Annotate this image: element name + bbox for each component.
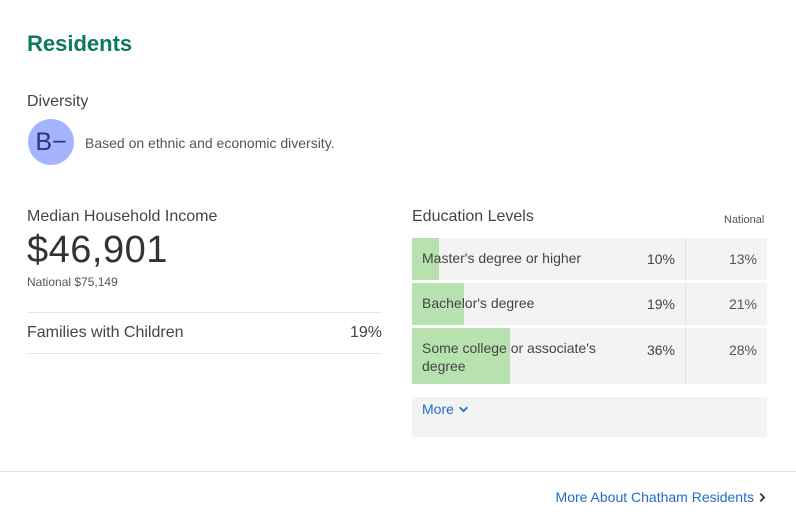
education-value: 19% <box>646 296 675 312</box>
income-value: $46,901 <box>27 229 168 271</box>
education-row: Master's degree or higher 10% 13% <box>412 238 767 280</box>
diversity-label: Diversity <box>27 93 89 110</box>
families-value: 19% <box>349 324 382 341</box>
section-title: Residents <box>27 31 133 56</box>
education-divider <box>685 328 686 384</box>
diversity-description: Based on ethnic and economic diversity. <box>85 135 335 151</box>
education-divider <box>685 238 686 280</box>
more-about-label: More About Chatham Residents <box>555 489 754 505</box>
education-national-value: 13% <box>728 251 757 267</box>
families-label: Families with Children <box>27 324 184 341</box>
diversity-grade: B− <box>35 127 67 156</box>
chevron-right-icon <box>759 492 766 502</box>
education-row: Bachelor's degree 19% 21% <box>412 283 767 325</box>
education-row: Some college or associate's degree 36% 2… <box>412 328 767 384</box>
income-label: Median Household Income <box>27 208 218 225</box>
section-divider <box>0 471 796 472</box>
education-national-header: National <box>724 214 765 226</box>
education-value: 10% <box>646 251 675 267</box>
education-more-panel: More <box>412 397 767 437</box>
education-label: Some college or associate's degree <box>422 340 596 374</box>
diversity-grade-badge: B− <box>28 119 74 165</box>
more-button[interactable]: More <box>422 401 469 417</box>
more-about-link[interactable]: More About Chatham Residents <box>556 489 767 505</box>
income-national: National $75,149 <box>27 275 118 289</box>
families-row: Families with Children 19% <box>27 312 382 354</box>
education-national-value: 28% <box>728 342 757 358</box>
chevron-down-icon <box>458 406 468 412</box>
education-label: Bachelor's degree <box>422 295 535 311</box>
more-label: More <box>422 401 454 417</box>
education-value: 36% <box>646 342 675 358</box>
education-label: Master's degree or higher <box>422 250 582 266</box>
education-national-value: 21% <box>728 296 757 312</box>
education-divider <box>685 283 686 325</box>
education-title: Education Levels <box>412 208 534 225</box>
